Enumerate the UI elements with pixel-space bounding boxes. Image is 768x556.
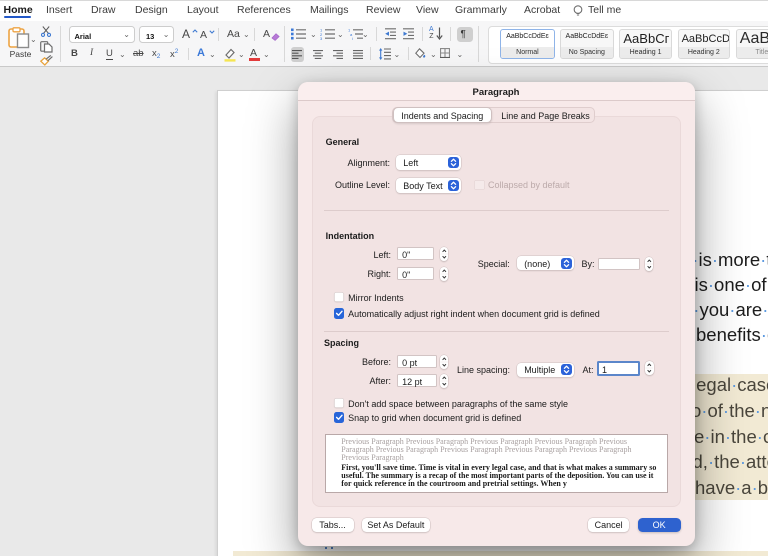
svg-text:i: i <box>352 36 353 40</box>
svg-text:3: 3 <box>320 36 323 40</box>
